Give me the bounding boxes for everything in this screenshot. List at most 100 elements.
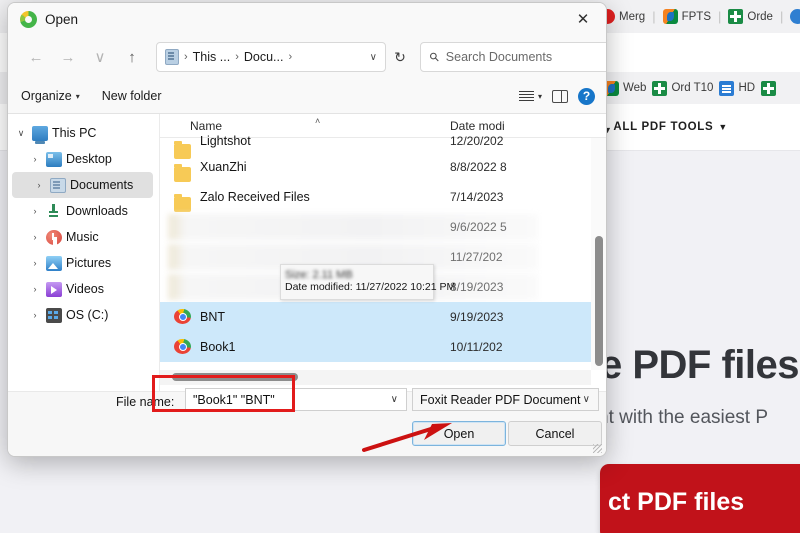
file-name-chevron-down-icon[interactable]: ∨ bbox=[391, 394, 398, 405]
bookmark-fpts[interactable]: FPTS bbox=[662, 9, 711, 24]
select-pdf-files-button[interactable]: ct PDF files bbox=[600, 464, 800, 533]
sidebar-item-label: Music bbox=[66, 230, 99, 244]
chevron-right-icon[interactable]: › bbox=[28, 232, 42, 242]
organize-button[interactable]: Organize ▾ bbox=[21, 89, 80, 103]
chevron-right-icon[interactable]: › bbox=[28, 310, 42, 320]
bookmark-hd[interactable]: HD bbox=[719, 80, 755, 96]
help-icon[interactable]: ? bbox=[578, 87, 595, 105]
navigation-pane: ∨ This PC › Desktop › Documents › Downloads › Mus… bbox=[8, 114, 160, 392]
file-date: 8/8/2022 8 bbox=[450, 160, 507, 174]
dialog-navigation-bar: ← → ∨ ↑ › This ... › Docu... › ∨ ↻ ⚲ Sea… bbox=[8, 35, 606, 79]
file-name: XuanZhi bbox=[200, 160, 247, 174]
file-list-pane: ˄ Name Date modi Lightshot 12/20/202 XuanZ… bbox=[160, 114, 606, 392]
file-date: 10/11/202 bbox=[450, 340, 503, 354]
file-name: BNT bbox=[200, 310, 225, 324]
videos-icon bbox=[46, 281, 62, 297]
table-row[interactable]: Book1 10/11/202 bbox=[160, 332, 606, 362]
breadcrumb-this-pc[interactable]: This ... bbox=[193, 50, 231, 64]
dialog-titlebar: Open ✕ bbox=[8, 3, 606, 35]
file-name: Zalo Received Files bbox=[200, 190, 310, 204]
table-row[interactable]: 9/6/2022 5 bbox=[160, 212, 606, 242]
sidebar-item-desktop[interactable]: › Desktop bbox=[8, 146, 159, 172]
breadcrumb-separator: › bbox=[235, 51, 239, 63]
sidebar-item-os-c[interactable]: › OS (C:) bbox=[8, 302, 159, 328]
file-name-input[interactable]: "Book1" "BNT" ∨ bbox=[185, 388, 407, 411]
back-button[interactable]: ← bbox=[20, 42, 52, 72]
table-row[interactable]: Lightshot 12/20/202 bbox=[160, 130, 606, 159]
sidebar-item-videos[interactable]: › Videos bbox=[8, 276, 159, 302]
sidebar-item-music[interactable]: › Music bbox=[8, 224, 159, 250]
resize-grip[interactable] bbox=[593, 444, 602, 453]
sidebar-item-label: Videos bbox=[66, 282, 104, 296]
up-one-level-button[interactable]: ↑ bbox=[116, 42, 148, 72]
organize-label: Organize bbox=[21, 89, 72, 103]
bookmark-label: Ord T10 bbox=[671, 82, 714, 94]
docs-icon bbox=[719, 80, 735, 96]
open-button[interactable]: Open bbox=[412, 421, 506, 446]
table-row[interactable]: XuanZhi 8/8/2022 8 bbox=[160, 152, 606, 182]
preview-pane-icon[interactable] bbox=[552, 89, 568, 103]
pictures-icon bbox=[46, 255, 62, 271]
breadcrumb-documents[interactable]: Docu... bbox=[244, 50, 284, 64]
hero-subheading: nt with the easiest P bbox=[598, 407, 769, 428]
view-options-icon[interactable] bbox=[518, 90, 534, 102]
chevron-right-icon[interactable]: › bbox=[32, 180, 46, 190]
chevron-down-icon[interactable]: ∨ bbox=[14, 128, 28, 139]
chevron-right-icon[interactable]: › bbox=[28, 206, 42, 216]
bookmark-divider: | bbox=[779, 9, 784, 24]
file-name: Lightshot bbox=[200, 134, 251, 148]
view-chevron-down-icon[interactable]: ▾ bbox=[538, 92, 542, 101]
folder-icon bbox=[174, 163, 191, 182]
fpt-icon bbox=[662, 9, 678, 24]
drive-icon bbox=[46, 307, 62, 323]
screenshot-root: Merg | FPTS | Orde | Web Ord T10 HD ▼ AL… bbox=[0, 0, 800, 533]
chevron-right-icon[interactable]: › bbox=[28, 284, 42, 294]
blue-app-icon[interactable] bbox=[790, 9, 800, 24]
bookmark-web[interactable]: Web bbox=[604, 80, 647, 96]
search-placeholder: Search Documents bbox=[445, 50, 553, 64]
vertical-scrollbar-track[interactable] bbox=[591, 138, 606, 370]
bookmark-label: Merg bbox=[619, 10, 646, 23]
desktop-icon bbox=[46, 151, 62, 167]
documents-icon bbox=[50, 177, 66, 193]
cancel-button[interactable]: Cancel bbox=[508, 421, 602, 446]
table-row[interactable]: BNT 9/19/2023 bbox=[160, 302, 606, 332]
sidebar-item-this-pc[interactable]: ∨ This PC bbox=[8, 120, 159, 146]
chevron-right-icon[interactable]: › bbox=[28, 154, 42, 164]
bookmark-label: FPTS bbox=[681, 10, 711, 23]
close-button[interactable]: ✕ bbox=[560, 3, 606, 35]
file-type-chevron-down-icon[interactable]: ∨ bbox=[583, 394, 590, 405]
sheets-icon bbox=[728, 9, 744, 24]
music-icon bbox=[46, 229, 62, 245]
sidebar-item-downloads[interactable]: › Downloads bbox=[8, 198, 159, 224]
sheets-icon-trailing[interactable] bbox=[761, 80, 777, 96]
bookmark-label: Web bbox=[623, 82, 647, 94]
nav-all-pdf-tools[interactable]: ALL PDF TOOLS ▼ bbox=[613, 121, 728, 133]
vertical-scrollbar-thumb[interactable] bbox=[595, 236, 603, 366]
tooltip-date-modified: Date modified: 11/27/2022 10:21 PM bbox=[285, 281, 456, 293]
search-box[interactable]: ⚲ Search Documents bbox=[420, 42, 606, 72]
table-row[interactable]: Zalo Received Files 7/14/2023 bbox=[160, 182, 606, 212]
file-name-value: "Book1" "BNT" bbox=[193, 392, 275, 407]
sidebar-item-pictures[interactable]: › Pictures bbox=[8, 250, 159, 276]
breadcrumb-separator: › bbox=[288, 51, 293, 63]
chevron-right-icon[interactable]: › bbox=[28, 258, 42, 268]
sidebar-item-documents[interactable]: › Documents bbox=[12, 172, 153, 198]
forward-button[interactable]: → bbox=[52, 42, 84, 72]
sidebar-item-label: OS (C:) bbox=[66, 308, 109, 322]
file-rows: Lightshot 12/20/202 XuanZhi 8/8/2022 8 Zalo … bbox=[160, 130, 606, 362]
refresh-button[interactable]: ↻ bbox=[386, 42, 414, 72]
search-icon: ⚲ bbox=[426, 48, 443, 66]
address-bar[interactable]: › This ... › Docu... › ∨ bbox=[156, 42, 386, 72]
horizontal-scrollbar-thumb[interactable] bbox=[172, 373, 298, 381]
bookmark-ord-t10[interactable]: Ord T10 bbox=[652, 80, 714, 96]
recent-locations-button[interactable]: ∨ bbox=[84, 42, 116, 72]
file-type-select[interactable]: Foxit Reader PDF Document ∨ bbox=[412, 388, 599, 411]
new-folder-button[interactable]: New folder bbox=[102, 89, 162, 103]
sort-ascending-icon[interactable]: ˄ bbox=[315, 116, 320, 126]
file-name-label: File name: bbox=[116, 395, 175, 409]
bookmark-orde[interactable]: Orde bbox=[728, 9, 773, 24]
bookmark-label: Orde bbox=[747, 10, 773, 23]
address-chevron-down-icon[interactable]: ∨ bbox=[370, 52, 377, 63]
file-tooltip: Size: 2.11 MB Date modified: 11/27/2022 … bbox=[280, 264, 456, 301]
